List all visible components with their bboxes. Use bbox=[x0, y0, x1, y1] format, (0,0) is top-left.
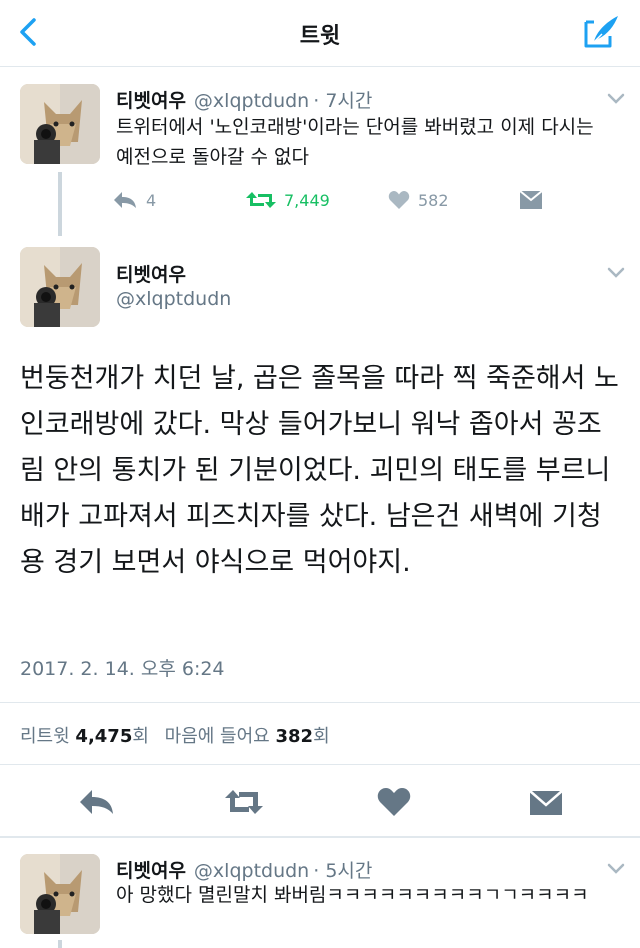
divider bbox=[0, 702, 640, 703]
fox-avatar-image bbox=[20, 247, 100, 327]
tweet-author-line: 티벳여우 @xlqptdudn · 5시간 bbox=[116, 856, 372, 883]
author-name[interactable]: 티벳여우 bbox=[116, 860, 186, 882]
tweet-author-line: 티벳여우 @xlqptdudn · 7시간 bbox=[116, 86, 372, 113]
reply-icon[interactable] bbox=[76, 786, 116, 818]
author-name[interactable]: 티벳여우 bbox=[116, 90, 186, 112]
tweet-timestamp: 2017. 2. 14. 오후 6:24 bbox=[20, 658, 225, 680]
heart-icon[interactable] bbox=[374, 786, 414, 818]
author-handle[interactable]: @xlqptdudn bbox=[194, 860, 309, 882]
like-button[interactable]: 582 bbox=[388, 186, 449, 214]
divider bbox=[0, 836, 640, 838]
retweet-icon[interactable] bbox=[224, 786, 264, 818]
envelope-icon bbox=[520, 191, 542, 209]
retweet-count: 7,449 bbox=[284, 190, 330, 210]
avatar[interactable] bbox=[20, 84, 100, 164]
author-handle[interactable]: @xlqptdudn bbox=[194, 90, 309, 112]
like-count: 582 bbox=[418, 190, 449, 210]
direct-message-button[interactable] bbox=[520, 186, 550, 214]
retweet-button[interactable]: 7,449 bbox=[246, 186, 330, 214]
envelope-icon[interactable] bbox=[526, 786, 566, 818]
chevron-down-icon[interactable] bbox=[606, 92, 626, 106]
compose-tweet-icon[interactable] bbox=[580, 12, 622, 52]
tweet-text: 트위터에서 '노인코래방'이라는 단어를 봐버렸고 이제 다시는 예전으로 돌아… bbox=[116, 116, 594, 168]
likes-label: 마음에 들어요 bbox=[164, 726, 270, 747]
reply-button[interactable]: 4 bbox=[112, 186, 156, 214]
main-tweet-text: 번둥천개가 치던 날, 곱은 졸목을 따라 찍 죽준해서 노인코래방에 갔다. … bbox=[20, 363, 619, 578]
tweet-time: · 5시간 bbox=[313, 860, 373, 882]
chevron-down-icon[interactable] bbox=[606, 862, 626, 876]
tweet-time: · 7시간 bbox=[313, 90, 373, 112]
likes-unit: 회 bbox=[313, 726, 330, 747]
main-author-name[interactable]: 티벳여우 bbox=[116, 260, 186, 287]
reply-icon bbox=[114, 192, 136, 208]
retweets-value[interactable]: 4,475 bbox=[75, 726, 132, 747]
avatar[interactable] bbox=[20, 854, 100, 934]
likes-value[interactable]: 382 bbox=[275, 726, 313, 747]
fox-avatar-image bbox=[20, 854, 100, 934]
divider bbox=[0, 764, 640, 765]
chevron-down-icon[interactable] bbox=[606, 266, 626, 280]
page-title: 트윗 bbox=[299, 24, 341, 49]
heart-icon bbox=[388, 191, 410, 209]
retweet-icon bbox=[246, 192, 276, 208]
top-bar: 트윗 bbox=[0, 0, 640, 67]
fox-avatar-image bbox=[20, 84, 100, 164]
reply-count: 4 bbox=[146, 190, 157, 210]
tweet-stats: 리트윗 4,475회 마음에 들어요 382회 bbox=[20, 722, 330, 748]
tweet-actions: 4 7,449 582 bbox=[112, 186, 542, 216]
tweet-text: 아 망했다 멸린말치 봐버림ㅋㅋㅋㅋㅋㅋㅋㅋㅋㄱㄱㅋㅋㅋㅋ bbox=[116, 884, 589, 906]
thread-connector bbox=[58, 172, 62, 236]
retweets-label: 리트윗 bbox=[20, 726, 70, 747]
avatar[interactable] bbox=[20, 247, 100, 327]
main-author-handle[interactable]: @xlqptdudn bbox=[116, 288, 231, 310]
retweets-unit: 회 bbox=[132, 726, 149, 747]
thread-connector bbox=[58, 940, 62, 948]
